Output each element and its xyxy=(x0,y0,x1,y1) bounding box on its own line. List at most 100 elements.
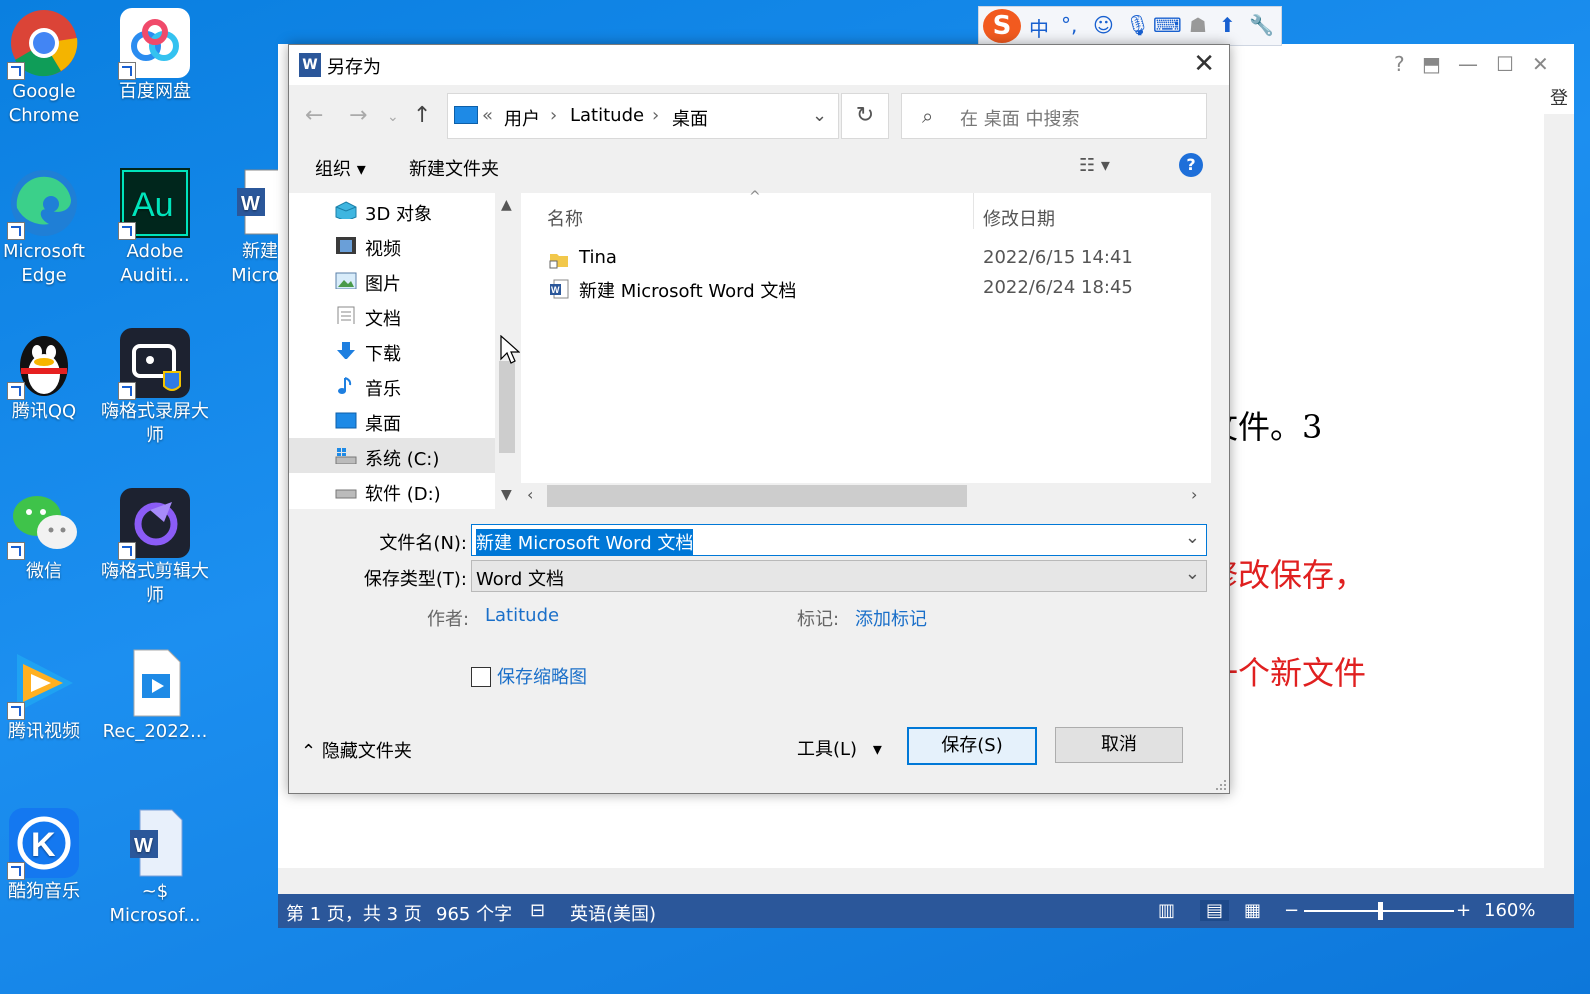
tools-button[interactable]: 工具(L) ▾ xyxy=(797,735,882,761)
filetype-select[interactable]: Word 文档 ⌄ xyxy=(471,560,1207,592)
chevron-down-icon[interactable]: ⌄ xyxy=(1185,563,1200,584)
word-count[interactable]: 965 个字 xyxy=(436,900,512,926)
keyboard-icon[interactable]: ⌨ xyxy=(1153,13,1182,37)
desktop-icon-screen-recorder[interactable]: 嗨格式录屏大 师 xyxy=(100,328,210,448)
maximize-icon[interactable]: ☐ xyxy=(1496,52,1514,76)
desktop-icon-chrome[interactable]: Google Chrome xyxy=(0,8,99,128)
cancel-button[interactable]: 取消 xyxy=(1055,727,1183,763)
resize-grip-icon[interactable] xyxy=(1215,779,1227,791)
wechat-icon xyxy=(7,488,79,560)
back-arrow-icon[interactable]: ← xyxy=(305,103,323,128)
scroll-down-icon[interactable]: ▼ xyxy=(501,487,512,503)
tags-value[interactable]: 添加标记 xyxy=(855,605,927,631)
desktop-icon-video-editor[interactable]: 嗨格式剪辑大 师 xyxy=(100,488,210,608)
nav-item-desktop[interactable]: 桌面 xyxy=(289,403,495,438)
chevron-down-icon[interactable]: ⌄ xyxy=(812,105,827,126)
new-folder-button[interactable]: 新建文件夹 xyxy=(409,155,499,181)
nav-item-music[interactable]: 音乐 xyxy=(289,368,495,403)
desktop-icon-label: Rec_2022... xyxy=(102,721,208,742)
nav-item-drive-c[interactable]: 系统 (C:) xyxy=(289,438,495,473)
nav-item-documents[interactable]: 文档 xyxy=(289,298,495,333)
breadcrumb-latitude[interactable]: Latitude xyxy=(570,105,644,126)
nav-label: 系统 (C:) xyxy=(365,449,440,470)
scroll-left-icon[interactable]: ‹ xyxy=(527,485,533,504)
desktop-icon-baidu-netdisk[interactable]: 百度网盘 xyxy=(100,8,210,104)
up-arrow-icon[interactable]: ↑ xyxy=(413,103,431,128)
caret-down-icon: ▾ xyxy=(872,739,882,760)
breadcrumb-desktop[interactable]: 桌面 xyxy=(672,105,708,131)
close-icon[interactable]: ✕ xyxy=(1193,49,1215,79)
save-button[interactable]: 保存(S) xyxy=(907,727,1037,765)
print-layout-icon[interactable]: ▤ xyxy=(1200,900,1230,921)
column-header-date[interactable]: 修改日期 xyxy=(983,205,1055,231)
proofing-icon[interactable]: ⊟ xyxy=(530,900,545,921)
scroll-up-icon[interactable]: ▲ xyxy=(501,197,512,213)
ime-punctuation[interactable]: °, xyxy=(1061,13,1077,37)
search-icon: ⌕ xyxy=(922,104,934,128)
view-options-icon[interactable]: ☷ ▾ xyxy=(1079,155,1110,176)
forward-arrow-icon[interactable]: → xyxy=(349,103,367,128)
desktop-icon-temp-word[interactable]: W ~$ Microsof... xyxy=(100,808,210,928)
breadcrumb-users[interactable]: 用户 xyxy=(504,105,540,131)
column-header-name[interactable]: 名称 xyxy=(547,205,583,231)
search-box[interactable]: ⌕ 在 桌面 中搜索 xyxy=(901,93,1207,139)
ribbon-display-icon[interactable]: ⬒ xyxy=(1422,52,1441,76)
ime-chinese-mode[interactable]: 中 xyxy=(1029,13,1049,42)
zoom-out-icon[interactable]: − xyxy=(1284,900,1299,921)
minimize-icon[interactable]: — xyxy=(1458,52,1478,76)
hide-folders-button[interactable]: ⌃ 隐藏文件夹 xyxy=(301,737,412,763)
chevron-down-icon[interactable]: ⌄ xyxy=(1185,527,1200,548)
desktop-icon-wechat[interactable]: 微信 xyxy=(0,488,99,584)
help-icon[interactable]: ? xyxy=(1394,52,1405,76)
column-divider[interactable] xyxy=(973,193,974,229)
close-icon[interactable]: ✕ xyxy=(1532,52,1549,76)
dialog-titlebar[interactable]: W 另存为 ✕ xyxy=(289,45,1229,85)
desktop-icon-kugou[interactable]: K 酷狗音乐 xyxy=(0,808,99,904)
folder-shortcut-icon xyxy=(549,254,568,269)
zoom-level[interactable]: 160% xyxy=(1484,900,1535,921)
chevron-right-icon[interactable]: › xyxy=(652,105,659,126)
file-list-horizontal-scrollbar[interactable]: ‹ › xyxy=(521,483,1211,509)
emoji-icon[interactable]: ☺ xyxy=(1093,13,1114,37)
scrollbar-thumb[interactable] xyxy=(547,485,967,507)
breadcrumb-overflow[interactable]: « xyxy=(482,105,493,126)
page-count[interactable]: 第 1 页，共 3 页 xyxy=(286,900,422,926)
recent-dropdown-icon[interactable]: ⌄ xyxy=(387,109,399,125)
desktop-icon-tencent-video[interactable]: 腾讯视频 xyxy=(0,648,99,744)
scroll-area xyxy=(1544,114,1574,868)
scroll-right-icon[interactable]: › xyxy=(1191,485,1197,504)
desktop-icon-edge[interactable]: Microsoft Edge xyxy=(0,168,99,288)
save-thumbnail-checkbox[interactable] xyxy=(471,667,491,687)
author-value[interactable]: Latitude xyxy=(485,605,559,626)
user-icon[interactable]: ☗ xyxy=(1189,13,1207,37)
nav-item-videos[interactable]: 视频 xyxy=(289,228,495,263)
organize-button[interactable]: 组织 ▾ xyxy=(315,155,366,181)
desktop-icon-audition[interactable]: Au Adobe Auditi... xyxy=(100,168,210,288)
microphone-icon[interactable]: 🎙 xyxy=(1125,13,1150,37)
nav-item-3d-objects[interactable]: 3D 对象 xyxy=(289,193,495,228)
desktop-icon-rec[interactable]: Rec_2022... xyxy=(100,648,210,744)
wrench-icon[interactable]: 🔧 xyxy=(1249,13,1274,37)
zoom-in-icon[interactable]: + xyxy=(1456,900,1471,921)
nav-item-drive-d[interactable]: 软件 (D:) xyxy=(289,473,495,508)
file-row[interactable]: Tina 2022/6/15 14:41 xyxy=(521,243,1211,273)
sogou-logo-icon[interactable]: S xyxy=(983,9,1021,43)
help-button[interactable]: ? xyxy=(1179,153,1203,177)
nav-item-downloads[interactable]: 下载 xyxy=(289,333,495,368)
language[interactable]: 英语(美国) xyxy=(570,900,656,926)
web-layout-icon[interactable]: ▦ xyxy=(1244,900,1261,921)
nav-item-pictures[interactable]: 图片 xyxy=(289,263,495,298)
doc-line: 修改保存， xyxy=(1206,556,1367,594)
refresh-button[interactable]: ↻ xyxy=(841,93,889,139)
skin-shirt-icon[interactable]: ⬆ xyxy=(1219,13,1236,37)
desktop-icon-qq[interactable]: 腾讯QQ xyxy=(0,328,99,424)
scrollbar-thumb[interactable] xyxy=(499,361,515,453)
zoom-slider-thumb[interactable] xyxy=(1378,902,1383,920)
ime-toolbar: S 中 °, ☺ 🎙 ⌨ ☗ ⬆ 🔧 xyxy=(978,6,1282,46)
address-bar[interactable]: « 用户 › Latitude › 桌面 ⌄ xyxy=(447,93,839,139)
save-thumbnail-label[interactable]: 保存缩略图 xyxy=(497,663,587,689)
chevron-right-icon[interactable]: › xyxy=(550,105,557,126)
file-row[interactable]: W 新建 Microsoft Word 文档 2022/6/24 18:45 xyxy=(521,273,1211,303)
read-mode-icon[interactable]: ▥ xyxy=(1158,900,1175,921)
filename-input[interactable]: 新建 Microsoft Word 文档 ⌄ xyxy=(471,524,1207,556)
